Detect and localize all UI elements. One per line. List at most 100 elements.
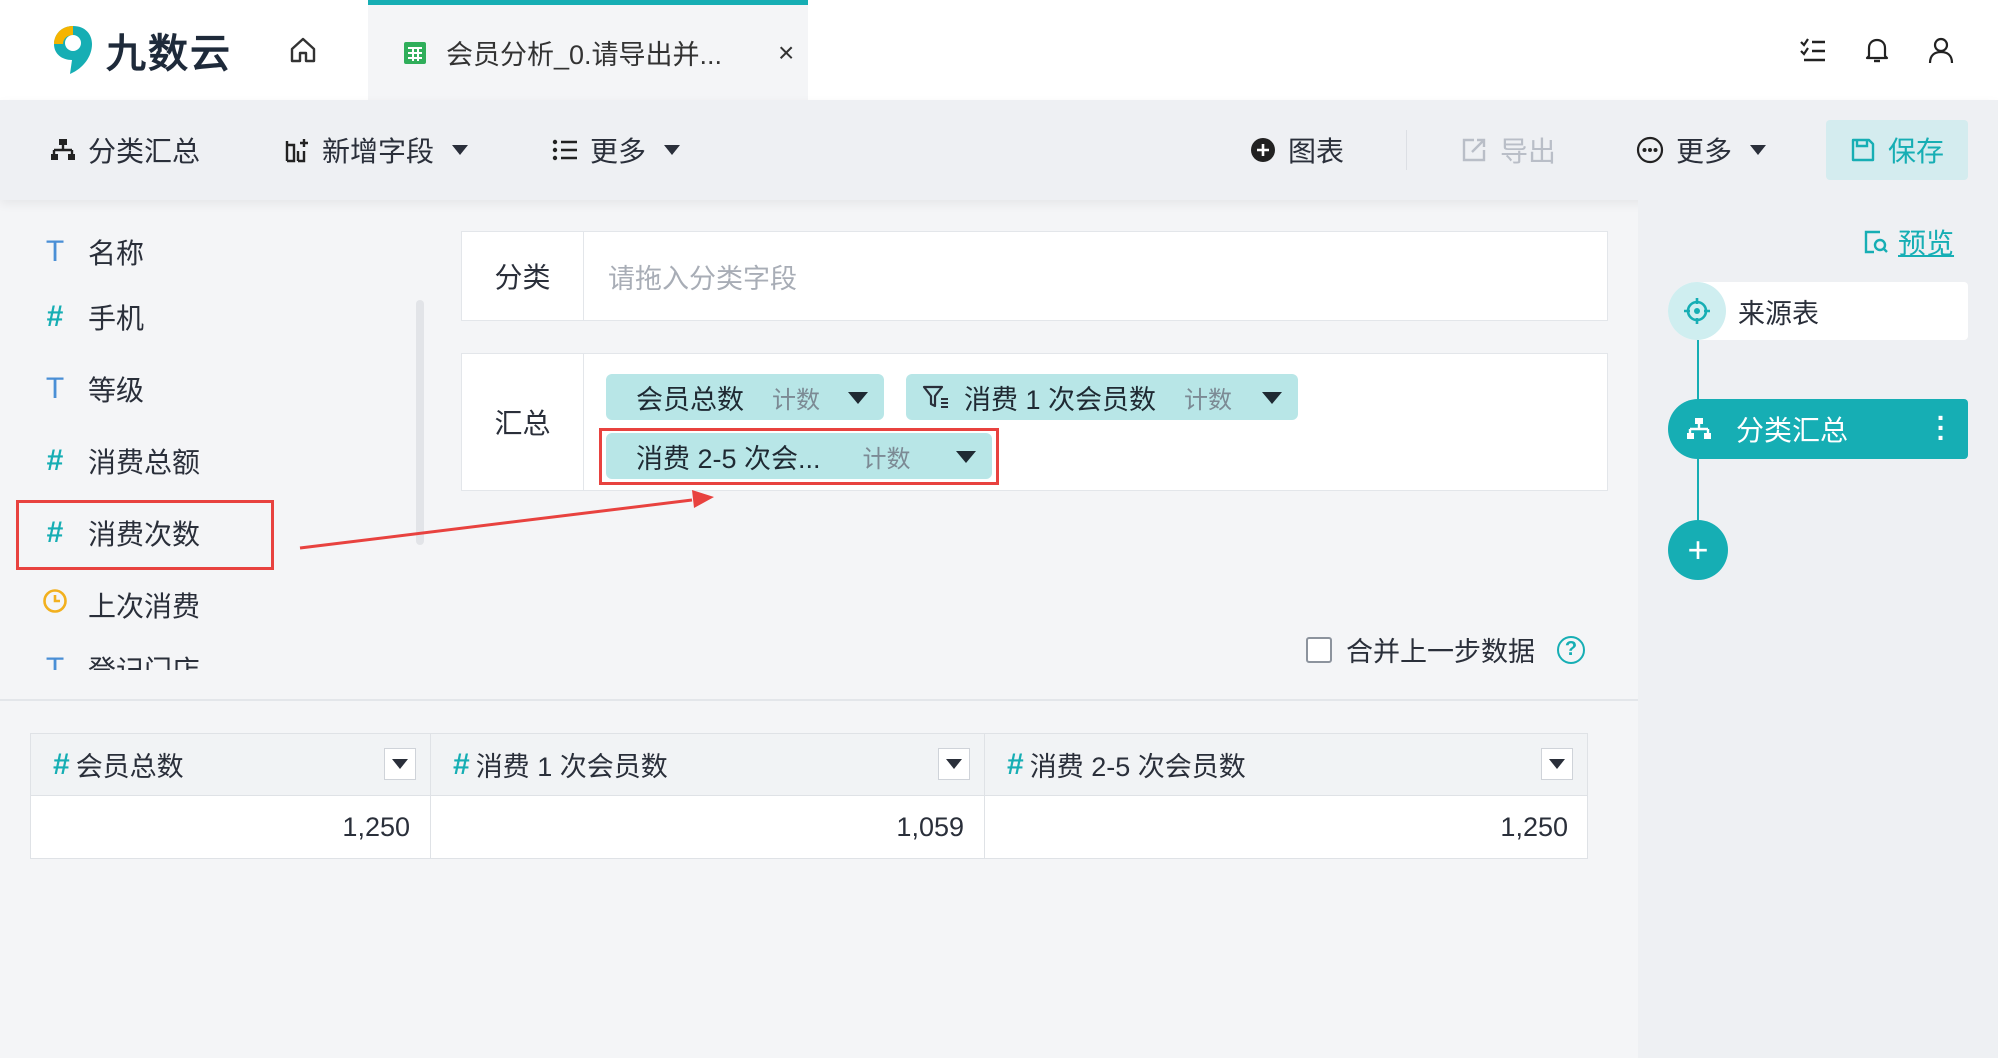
home-button[interactable]	[283, 30, 323, 70]
field-list-scrollbar[interactable]	[416, 300, 424, 545]
column-menu-button[interactable]	[938, 748, 970, 780]
hierarchy-icon	[51, 139, 75, 160]
chip-dropdown-icon[interactable]	[848, 392, 868, 404]
chip-label: 消费 1 次会员数	[964, 384, 1157, 415]
export-button[interactable]: 导出	[1460, 100, 1556, 200]
chart-button[interactable]: 图表	[1250, 100, 1344, 200]
number-type-icon: #	[53, 747, 70, 781]
category-label: 分类	[462, 232, 584, 320]
summary-chip-consume-once[interactable]: 消费 1 次会员数 计数	[906, 374, 1298, 420]
tab-member-analysis[interactable]: 会员分析_0.请导出并... ×	[368, 0, 808, 100]
field-item[interactable]: T 名称	[40, 232, 144, 272]
flow-connector	[1697, 459, 1699, 520]
preview-label: 预览	[1898, 228, 1955, 259]
result-table: # 会员总数 # 消费 1 次会员数 # 消费 2-5 次会员数 1,250 1…	[30, 733, 1588, 859]
source-node-label: 来源表	[1738, 298, 1819, 329]
field-item[interactable]: T 登记门店	[40, 649, 200, 670]
chevron-down-icon	[392, 759, 408, 769]
table-cell: 1,250	[1500, 812, 1568, 842]
chip-dropdown-icon[interactable]	[1262, 392, 1282, 404]
current-node-label: 分类汇总	[1736, 415, 1849, 446]
more-right-button[interactable]: 更多	[1636, 100, 1767, 200]
logo-icon	[54, 26, 92, 74]
merge-previous-option[interactable]: 合并上一步数据 ?	[1306, 630, 1585, 669]
add-field-button[interactable]: 新增字段	[284, 100, 469, 200]
column-menu-button[interactable]	[384, 748, 416, 780]
field-item[interactable]: # 手机	[40, 297, 144, 337]
category-drop-zone[interactable]: 分类 请拖入分类字段	[461, 231, 1608, 321]
tab-close-button[interactable]: ×	[778, 37, 794, 69]
field-label: 登记门店	[88, 649, 200, 670]
field-item[interactable]: # 消费总额	[40, 441, 200, 481]
highlight-box-chip	[599, 428, 999, 485]
notification-button[interactable]	[1860, 30, 1894, 70]
field-label: 等级	[88, 375, 145, 406]
column-header[interactable]: # 消费 1 次会员数	[431, 734, 985, 796]
logo-text: 九数云	[106, 32, 232, 76]
merge-checkbox[interactable]	[1306, 636, 1332, 663]
preview-icon	[1864, 230, 1888, 254]
export-label: 导出	[1500, 136, 1557, 167]
number-type-icon: #	[453, 747, 470, 781]
chevron-down-icon	[946, 759, 962, 769]
number-type-icon: #	[1007, 747, 1024, 781]
node-menu-icon[interactable]: · · ·	[1937, 404, 1946, 452]
field-label: 手机	[88, 303, 145, 334]
toolbar: 分类汇总 新增字段 更多 图表 导出 更多	[0, 100, 1998, 200]
save-icon	[1851, 138, 1875, 162]
field-label: 消费总额	[88, 447, 201, 478]
add-step-button[interactable]: +	[1668, 520, 1728, 580]
export-icon	[1462, 138, 1486, 162]
text-type-icon: T	[45, 235, 65, 268]
task-list-icon	[1800, 38, 1825, 62]
field-item[interactable]: T 等级	[40, 369, 144, 409]
tab-title: 会员分析_0.请导出并...	[446, 40, 723, 70]
chip-label: 会员总数	[636, 384, 744, 415]
table-cell: 1,059	[431, 796, 985, 859]
home-icon	[290, 37, 316, 63]
chevron-down-icon	[452, 145, 469, 155]
chevron-down-icon	[1549, 759, 1565, 769]
chevron-down-icon	[664, 145, 681, 155]
save-button[interactable]: 保存	[1826, 120, 1968, 180]
more-left-label: 更多	[590, 136, 647, 167]
summary-chip-member-total[interactable]: 会员总数 计数	[606, 374, 884, 420]
column-header-label: 消费 2-5 次会员数	[1029, 752, 1246, 782]
text-type-icon: T	[45, 372, 65, 405]
add-field-icon	[285, 139, 308, 163]
user-icon	[1928, 37, 1954, 64]
column-header-label: 会员总数	[75, 752, 184, 782]
hierarchy-icon	[1687, 418, 1711, 439]
number-type-icon: #	[46, 444, 64, 477]
field-label: 上次消费	[88, 591, 201, 622]
number-type-icon: #	[46, 300, 64, 333]
text-type-icon: T	[45, 652, 65, 670]
group-summary-label: 分类汇总	[88, 136, 201, 167]
user-button[interactable]	[1924, 30, 1958, 70]
filter-icon	[922, 385, 948, 408]
column-header[interactable]: # 消费 2-5 次会员数	[985, 734, 1588, 796]
group-summary-button[interactable]: 分类汇总	[50, 100, 200, 200]
preview-link[interactable]: 预览	[1862, 222, 1954, 262]
app-logo[interactable]: 九数云	[50, 22, 232, 78]
merge-label: 合并上一步数据	[1346, 637, 1535, 667]
clock-icon	[40, 588, 70, 622]
add-field-label: 新增字段	[322, 136, 435, 167]
chip-aggregation: 计数	[772, 386, 820, 414]
chip-aggregation: 计数	[1184, 386, 1233, 414]
more-left-button[interactable]: 更多	[552, 100, 681, 200]
add-circle-icon	[1251, 138, 1275, 162]
flow-node-source[interactable]: 来源表	[1668, 282, 1968, 340]
column-menu-button[interactable]	[1541, 748, 1573, 780]
column-header[interactable]: # 会员总数	[31, 734, 431, 796]
field-item[interactable]: 上次消费	[40, 585, 200, 625]
task-list-button[interactable]	[1796, 30, 1830, 70]
table-cell: 1,250	[31, 796, 431, 859]
toolbar-divider	[1406, 130, 1407, 170]
chevron-down-icon	[1750, 145, 1767, 155]
more-right-label: 更多	[1676, 136, 1733, 167]
save-label: 保存	[1887, 136, 1944, 167]
flow-node-group-summary[interactable]: 分类汇总 · · ·	[1668, 399, 1968, 459]
help-icon[interactable]: ?	[1557, 635, 1585, 664]
more-circle-icon	[1636, 136, 1664, 164]
